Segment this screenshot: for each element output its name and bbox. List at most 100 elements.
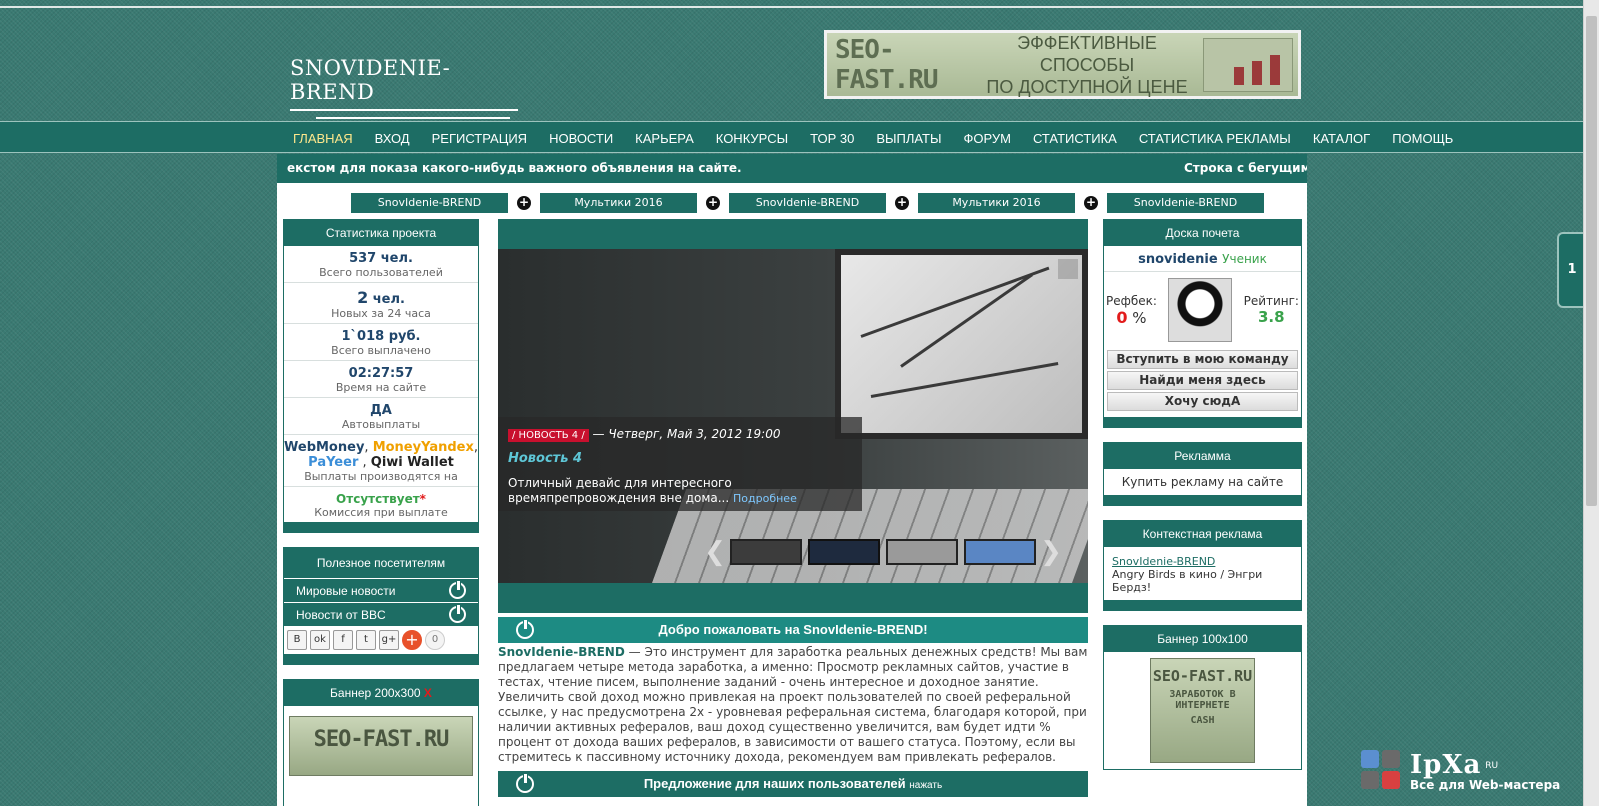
box-title: Баннер 200x300 X — [284, 680, 478, 706]
quick-tab[interactable]: Мультики 2016 — [540, 193, 697, 213]
honor-rank: Ученик — [1222, 252, 1267, 266]
nav-catalog[interactable]: КАТАЛОГ — [1302, 131, 1381, 146]
page-scrollbar[interactable] — [1583, 0, 1599, 806]
useful-item-label: Мировые новости — [296, 584, 396, 598]
header-ad-banner[interactable]: SEO-FAST.RU ЭФФЕКТИВНЫЕ СПОСОБЫ ПО ДОСТУ… — [824, 30, 1301, 99]
nav-ad-statistics[interactable]: СТАТИСТИКА РЕКЛАМЫ — [1128, 131, 1302, 146]
honor-board-box: Доска почета snovidenie Ученик Рефбек: 0… — [1103, 219, 1302, 428]
slide-tag[interactable]: / НОВОСТЬ 4 / — [508, 429, 589, 442]
banner-100-box: Баннер 100x100 SEO-FAST.RU ЗАРАБОТОК В И… — [1103, 625, 1302, 770]
quick-tab[interactable]: SnovIdenie-BREND — [351, 193, 508, 213]
nav-home[interactable]: ГЛАВНАЯ — [282, 131, 364, 146]
close-icon[interactable]: X — [424, 686, 432, 700]
quick-tab[interactable]: Мультики 2016 — [918, 193, 1075, 213]
box-title: Контекстная реклама — [1104, 521, 1301, 547]
refback-label: Рефбек: — [1106, 293, 1157, 308]
nav-forum[interactable]: ФОРУМ — [952, 131, 1021, 146]
welcome-text: SnovIdenie-BREND — Это инструмент для за… — [498, 643, 1088, 767]
box-title: Баннер 100x100 — [1104, 626, 1301, 652]
top-divider — [0, 6, 1583, 8]
avatar[interactable] — [1168, 278, 1233, 342]
main-content: / НОВОСТЬ 4 / — Четверг, Май 3, 2012 19:… — [498, 219, 1088, 797]
useful-item-label: Новости от BBC — [296, 608, 386, 622]
site-logo[interactable]: SNOVIDENIE-BREND — [290, 56, 520, 119]
context-ads-box: Контекстная реклама SnovIdenie-BREND Ang… — [1103, 520, 1302, 611]
useful-item-bbc-news[interactable]: Новости от BBC — [284, 602, 478, 626]
next-arrow-icon[interactable]: ❯ — [1039, 537, 1063, 567]
slide-thumbnail[interactable] — [886, 539, 958, 565]
stat-paid: 1`018 руб. Всего выплачено — [284, 324, 478, 361]
offer-title: Предложение для наших пользователей — [643, 776, 906, 791]
share-count: 0 — [425, 630, 445, 650]
read-more-link[interactable]: Подробнее — [733, 492, 797, 505]
nav-career[interactable]: КАРЬЕРА — [624, 131, 705, 146]
prev-arrow-icon[interactable]: ❮ — [703, 537, 727, 567]
banner-100-brand: SEO-FAST.RU — [1152, 667, 1253, 685]
box-title: Полезное посетителям — [284, 548, 478, 578]
quick-tab[interactable]: SnovIdenie-BREND — [729, 193, 886, 213]
stat-autopay: ДА Автовыплаты — [284, 398, 478, 435]
welcome-title: Добро пожаловать на SnovIdenie-BREND! — [658, 622, 928, 637]
nav-login[interactable]: ВХОД — [364, 131, 421, 146]
plus-icon: + — [1084, 195, 1098, 210]
scrollbar-thumb[interactable] — [1586, 16, 1597, 506]
pause-icon[interactable] — [1058, 259, 1078, 279]
vk-icon[interactable]: В — [287, 630, 307, 650]
odnoklassniki-icon[interactable]: ok — [310, 630, 330, 650]
news-slider[interactable]: / НОВОСТЬ 4 / — Четверг, Май 3, 2012 19:… — [498, 249, 1088, 583]
nav-register[interactable]: РЕГИСТРАЦИЯ — [421, 131, 538, 146]
honor-user[interactable]: snovidenie Ученик — [1104, 246, 1301, 272]
banner-200-image[interactable]: SEO-FAST.RU — [289, 716, 473, 776]
payment-qiwi: Qiwi Wallet — [370, 455, 454, 470]
slide-description: Отличный девайс для интересного времяпре… — [508, 476, 852, 506]
stat-value: Отсутствует* — [284, 492, 478, 506]
stat-label: Выплаты производятся на — [304, 470, 458, 483]
nav-news[interactable]: НОВОСТИ — [538, 131, 624, 146]
stat-value: 1`018 руб. — [341, 329, 421, 344]
useful-item-world-news[interactable]: Мировые новости — [284, 578, 478, 602]
main-navbar: ГЛАВНАЯ ВХОД РЕГИСТРАЦИЯ НОВОСТИ КАРЬЕРА… — [0, 121, 1583, 153]
quick-tabs: SnovIdenie-BREND + Мультики 2016 + SnovI… — [351, 193, 1264, 213]
rating: Рейтинг: 3.8 — [1244, 294, 1299, 326]
banner-200-box: Баннер 200x300 X SEO-FAST.RU — [283, 679, 479, 806]
offer-click-link[interactable]: нажать — [909, 780, 942, 791]
google-plus-icon[interactable]: g+ — [379, 630, 399, 650]
banner-brand: SEO-FAST.RU — [835, 34, 939, 95]
slide-caption: / НОВОСТЬ 4 / — Четверг, Май 3, 2012 19:… — [498, 417, 862, 511]
twitter-icon[interactable]: t — [356, 630, 376, 650]
add-share-icon[interactable]: + — [402, 630, 422, 650]
slide-thumbnail[interactable] — [808, 539, 880, 565]
want-here-button[interactable]: Хочу сюдА — [1107, 392, 1298, 411]
payment-payeer: PaYeer — [308, 455, 359, 470]
banner-100-image[interactable]: SEO-FAST.RU ЗАРАБОТОК В ИНТЕРНЕТЕ CASH — [1150, 658, 1255, 763]
nav-payouts[interactable]: ВЫПЛАТЫ — [865, 131, 952, 146]
rating-value: 3.8 — [1257, 308, 1285, 326]
watermark-text: IpXa RU Все для Web-мастера — [1410, 750, 1560, 792]
refback-number: 0 — [1116, 307, 1128, 327]
facebook-icon[interactable]: f — [333, 630, 353, 650]
slide-title[interactable]: Новость 4 — [508, 451, 852, 466]
find-me-button[interactable]: Найди меня здесь — [1107, 371, 1298, 390]
buy-ad-link[interactable]: Купить рекламу на сайте — [1104, 469, 1301, 495]
left-sidebar: Статистика проекта 537 чел. Всего пользо… — [283, 219, 479, 806]
commission-star: * — [419, 492, 426, 506]
context-ad-link[interactable]: SnovIdenie-BREND — [1112, 555, 1293, 568]
stat-label: Всего выплачено — [331, 344, 431, 357]
context-ad-text[interactable]: Angry Birds в кино / Энгри Бердз! — [1112, 568, 1293, 594]
quick-tab[interactable]: SnovIdenie-BREND — [1107, 193, 1264, 213]
share-bar: В ok f t g+ + 0 — [284, 626, 478, 654]
join-team-button[interactable]: Вступить в мою команду — [1107, 350, 1298, 369]
nav-help[interactable]: ПОМОЩЬ — [1381, 131, 1464, 146]
side-panel-toggle[interactable]: 1 — [1557, 232, 1585, 308]
nav-statistics[interactable]: СТАТИСТИКА — [1022, 131, 1128, 146]
slide-thumbnail[interactable] — [964, 539, 1036, 565]
stat-label: Время на сайте — [335, 381, 427, 394]
nav-contests[interactable]: КОНКУРСЫ — [705, 131, 799, 146]
watermark-title: IpXa RU — [1410, 750, 1560, 780]
offer-header[interactable]: Предложение для наших пользователей нажа… — [498, 771, 1088, 797]
plus-icon: + — [706, 195, 720, 210]
news-ticker: екстом для показа какого-нибудь важного … — [277, 154, 1307, 183]
nav-top30[interactable]: ТОР 30 — [799, 131, 865, 146]
slide-thumbnail[interactable] — [730, 539, 802, 565]
banner-100-slogan: ЗАРАБОТОК В ИНТЕРНЕТЕ — [1169, 689, 1236, 711]
